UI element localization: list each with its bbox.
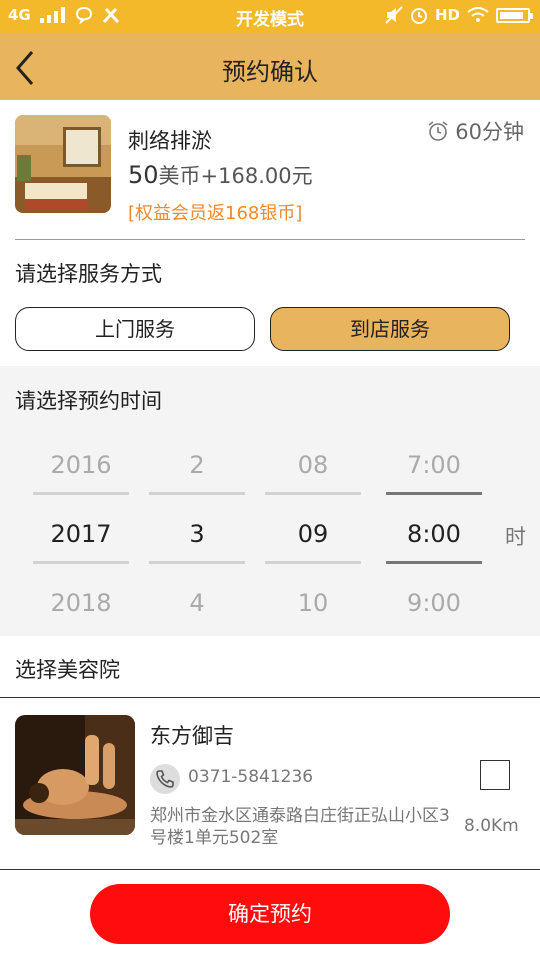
salon-image [15, 715, 135, 835]
salon-distance: 8.0Km [464, 816, 519, 836]
year-option[interactable]: 2016 [33, 445, 129, 485]
time-wheel[interactable]: 7:00 8:00 9:00 [386, 436, 482, 636]
day-wheel[interactable]: 08 09 10 [265, 436, 361, 636]
day-option[interactable]: 10 [265, 583, 361, 623]
product-name: 刺络排淤 [128, 129, 212, 153]
status-bar: 4G 开发模式 HD [0, 0, 540, 34]
salon-name: 东方御吉 [150, 724, 234, 748]
day-option[interactable]: 08 [265, 445, 361, 485]
product-image [15, 115, 111, 213]
year-option[interactable]: 2018 [33, 583, 129, 623]
divider [0, 697, 540, 698]
wheel-line [386, 492, 482, 495]
battery-level [500, 11, 523, 19]
duration-text: 60分钟 [455, 120, 524, 144]
salon-section-label: 选择美容院 [15, 658, 120, 682]
time-picker-section: 请选择预约时间 2016 2017 2018 2 3 4 08 09 10 7:… [0, 366, 540, 636]
duration: 60分钟 [427, 116, 524, 146]
hd-indicator: HD [434, 6, 460, 24]
time-option[interactable]: 7:00 [386, 445, 482, 485]
phone-icon[interactable] [150, 764, 180, 794]
salon-address: 郑州市金水区通泰路白庄街正弘山小区3号楼1单元502室 [150, 806, 450, 848]
year-selected[interactable]: 2017 [33, 514, 129, 554]
divider [15, 239, 525, 240]
time-picker-label: 请选择预约时间 [15, 389, 162, 413]
day-selected[interactable]: 09 [265, 514, 361, 554]
month-option[interactable]: 4 [149, 583, 245, 623]
salon-phone[interactable]: 0371-5841236 [188, 767, 313, 787]
wheel-line [149, 561, 245, 564]
product-price: 50美币+168.00元 [128, 160, 313, 190]
hour-unit-label: 时 [505, 525, 526, 549]
home-service-button[interactable]: 上门服务 [15, 307, 255, 351]
battery-icon [496, 7, 533, 23]
month-option[interactable]: 2 [149, 445, 245, 485]
alarm-icon [410, 8, 427, 24]
alarm-clock-icon [428, 121, 448, 141]
divider [0, 869, 540, 870]
month-wheel[interactable]: 2 3 4 [149, 436, 245, 636]
wheel-line [33, 492, 129, 495]
page-title: 预约确认 [222, 58, 318, 86]
service-mode-label: 请选择服务方式 [15, 262, 162, 286]
wifi-icon [467, 7, 489, 22]
wheel-line [33, 561, 129, 564]
wheel-line [265, 561, 361, 564]
confirm-booking-button[interactable]: 确定预约 [90, 884, 450, 944]
store-service-button[interactable]: 到店服务 [270, 307, 510, 351]
salon-select-checkbox[interactable] [480, 760, 510, 790]
price-coin: 50 [128, 161, 159, 189]
year-wheel[interactable]: 2016 2017 2018 [33, 436, 129, 636]
rebate-text: [权益会员返168银币] [128, 203, 303, 224]
wheel-line [386, 561, 482, 564]
mute-icon [385, 6, 403, 24]
wheel-line [149, 492, 245, 495]
price-rest: 美币+168.00元 [158, 164, 313, 188]
wheel-line [265, 492, 361, 495]
month-selected[interactable]: 3 [149, 514, 245, 554]
time-option[interactable]: 9:00 [386, 583, 482, 623]
header-bar: 预约确认 [0, 34, 540, 100]
status-right-group: HD [385, 6, 533, 24]
time-selected[interactable]: 8:00 [386, 514, 482, 554]
